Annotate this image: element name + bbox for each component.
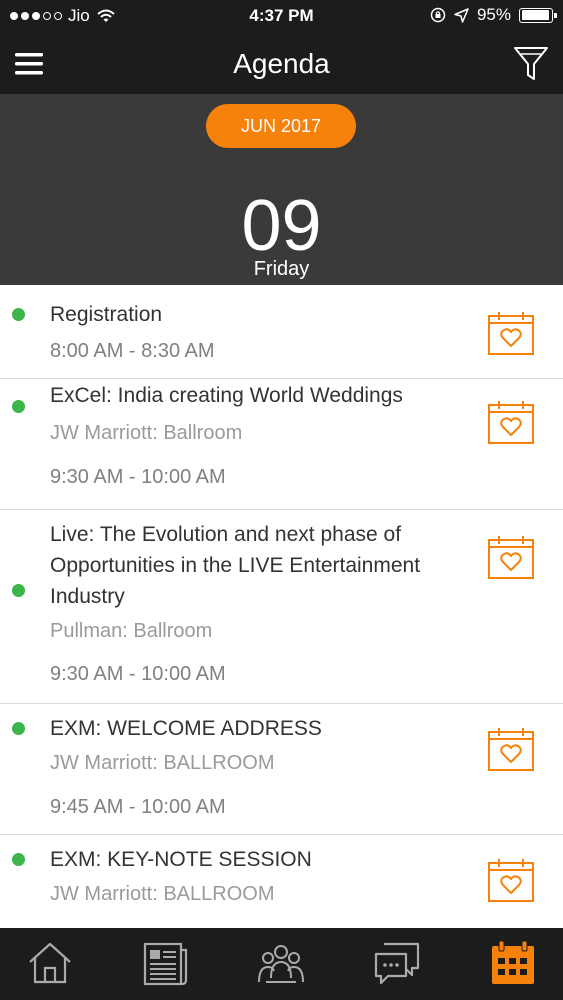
tab-news[interactable] xyxy=(140,938,190,988)
session-venue: JW Marriott: BALLROOM xyxy=(50,883,275,905)
session-row[interactable]: EXM: KEY-NOTE SESSION JW Marriott: BALLR… xyxy=(0,835,563,928)
chat-icon xyxy=(374,942,420,985)
people-icon xyxy=(258,945,304,983)
nav-bar: Agenda xyxy=(0,34,563,94)
orientation-lock-icon xyxy=(430,7,446,23)
date-header: JUN 2017 09 Friday xyxy=(0,94,563,285)
tab-chat[interactable] xyxy=(372,938,422,988)
session-time: 9:30 AM - 10:00 AM xyxy=(50,466,226,488)
filter-button[interactable] xyxy=(513,45,549,83)
session-title: EXM: KEY-NOTE SESSION xyxy=(50,848,312,871)
add-to-favorites-button[interactable] xyxy=(487,726,535,772)
battery-fill xyxy=(521,10,550,20)
session-title: EXM: WELCOME ADDRESS xyxy=(50,717,322,740)
weekday-label: Friday xyxy=(253,258,310,280)
session-time: 8:00 AM - 8:30 AM xyxy=(50,340,215,362)
session-row[interactable]: Registration 8:00 AM - 8:30 AM xyxy=(0,285,563,379)
add-to-favorites-button[interactable] xyxy=(487,399,535,445)
calendar-heart-icon xyxy=(488,401,534,444)
location-icon xyxy=(454,7,469,23)
status-bar: Jio 4:37 PM 95% xyxy=(0,0,563,34)
news-icon xyxy=(143,942,188,986)
session-venue: JW Marriott: Ballroom xyxy=(50,422,243,444)
live-status-dot xyxy=(12,853,25,866)
home-icon xyxy=(29,942,71,984)
filter-icon xyxy=(514,47,548,80)
tab-people[interactable] xyxy=(256,938,306,988)
month-selector-button[interactable]: JUN 2017 xyxy=(206,104,356,148)
session-title: Registration xyxy=(50,303,163,326)
session-venue: Pullman: Ballroom xyxy=(50,620,213,642)
session-title: ExCel: India creating World Weddings xyxy=(50,384,403,407)
day-number: 09 xyxy=(241,186,322,266)
tab-bar xyxy=(0,928,563,1000)
session-row[interactable]: Live: The Evolution and next phase of Op… xyxy=(0,510,563,704)
calendar-heart-icon xyxy=(488,312,534,355)
battery-percent: 95% xyxy=(476,5,511,24)
live-status-dot xyxy=(12,584,25,597)
calendar-heart-icon xyxy=(488,728,534,771)
session-venue: JW Marriott: BALLROOM xyxy=(50,752,275,774)
calendar-icon xyxy=(492,940,534,984)
calendar-heart-icon xyxy=(488,859,534,902)
live-status-dot xyxy=(12,308,25,321)
agenda-list[interactable]: Registration 8:00 AM - 8:30 AM ExCel: In… xyxy=(0,285,563,928)
live-status-dot xyxy=(12,400,25,413)
session-row[interactable]: EXM: WELCOME ADDRESS JW Marriott: BALLRO… xyxy=(0,704,563,835)
page-title: Agenda xyxy=(233,48,330,79)
battery-cap xyxy=(554,12,557,18)
add-to-favorites-button[interactable] xyxy=(487,310,535,356)
add-to-favorites-button[interactable] xyxy=(487,857,535,903)
session-time: 9:45 AM - 10:00 AM xyxy=(50,796,226,818)
battery-icon xyxy=(519,7,557,23)
status-right: 95% xyxy=(430,5,557,25)
calendar-heart-icon xyxy=(488,536,534,579)
tab-agenda[interactable] xyxy=(488,938,538,988)
session-row[interactable]: ExCel: India creating World Weddings JW … xyxy=(0,379,563,510)
session-time: 9:30 AM - 10:00 AM xyxy=(50,663,226,685)
session-title: Live: The Evolution and next phase of Op… xyxy=(50,523,421,608)
add-to-favorites-button[interactable] xyxy=(487,534,535,580)
live-status-dot xyxy=(12,722,25,735)
tab-home[interactable] xyxy=(25,938,75,988)
